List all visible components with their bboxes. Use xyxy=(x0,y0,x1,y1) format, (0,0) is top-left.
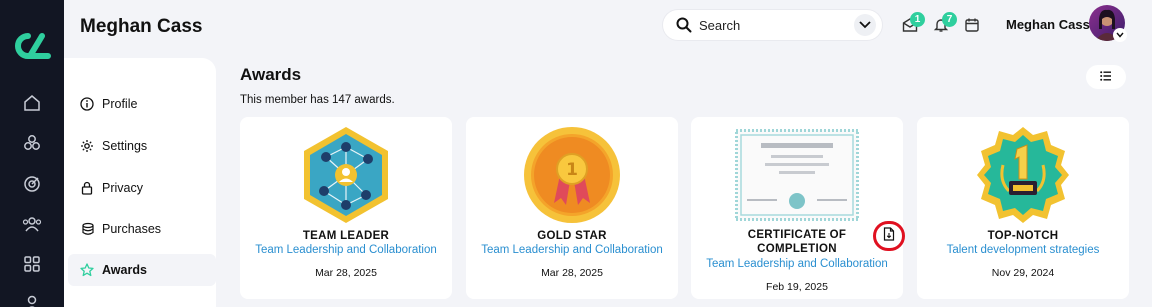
gear-icon xyxy=(80,139,94,153)
award-course-link[interactable]: Team Leadership and Collaboration xyxy=(474,244,670,256)
award-date: Feb 19, 2025 xyxy=(766,281,828,293)
menu-item-label: Awards xyxy=(102,263,147,277)
number-one-badge-icon xyxy=(917,125,1129,225)
award-card[interactable]: CERTIFICATE OF COMPLETION Team Leadershi… xyxy=(691,117,903,299)
award-name-line-2: COMPLETION xyxy=(757,243,837,255)
award-course-link[interactable]: Talent development strategies xyxy=(925,244,1121,256)
menu-item-label: Profile xyxy=(102,97,138,111)
account-menu-chevron-icon[interactable] xyxy=(1113,28,1127,42)
award-card[interactable]: TOP-NOTCH Talent development strategies … xyxy=(917,117,1129,299)
menu-item-label: Purchases xyxy=(102,222,162,236)
award-date: Nov 29, 2024 xyxy=(991,267,1055,279)
awards-count-text: This member has 147 awards. xyxy=(240,94,395,106)
menu-item-purchases[interactable]: Purchases xyxy=(80,217,161,241)
menu-item-privacy[interactable]: Privacy xyxy=(80,176,143,200)
list-view-button[interactable] xyxy=(1086,65,1126,89)
gold-medal-badge-icon: 1 xyxy=(466,125,678,225)
modules-icon[interactable] xyxy=(21,132,43,154)
app-rail xyxy=(0,0,64,307)
file-download-icon xyxy=(883,226,895,246)
messages-count-badge: 1 xyxy=(910,12,925,27)
menu-item-label: Settings xyxy=(102,139,148,153)
section-title: Awards xyxy=(240,65,302,84)
search-bar[interactable]: Search xyxy=(663,10,882,40)
chevron-down-icon xyxy=(859,16,871,34)
alerts-count-badge: 7 xyxy=(942,12,957,27)
award-name: TOP-NOTCH xyxy=(987,230,1059,242)
menu-item-awards[interactable]: Awards xyxy=(80,258,147,282)
download-certificate-button[interactable] xyxy=(873,221,905,251)
certificate-badge-icon xyxy=(691,129,903,229)
settings-menu: Profile Settings Privacy Purchases Award… xyxy=(64,58,216,307)
search-scope-dropdown[interactable] xyxy=(854,14,876,36)
svg-text:1: 1 xyxy=(566,160,578,180)
menu-item-settings[interactable]: Settings xyxy=(80,134,147,158)
hexagon-network-badge-icon xyxy=(240,125,452,225)
award-date: Mar 28, 2025 xyxy=(315,267,377,279)
menu-item-profile[interactable]: Profile xyxy=(80,92,137,116)
award-name: TEAM LEADER xyxy=(302,230,390,242)
app-logo[interactable] xyxy=(12,32,52,60)
grid-icon[interactable] xyxy=(21,253,43,275)
menu-item-label: Privacy xyxy=(102,181,143,195)
award-card[interactable]: TEAM LEADER Team Leadership and Collabor… xyxy=(240,117,452,299)
award-course-link[interactable]: Team Leadership and Collaboration xyxy=(248,244,444,256)
user-icon[interactable] xyxy=(21,292,43,307)
users-icon[interactable] xyxy=(21,213,43,235)
calendar-icon[interactable] xyxy=(963,16,981,34)
home-icon[interactable] xyxy=(21,92,43,114)
target-icon[interactable] xyxy=(21,173,43,195)
page-title: Meghan Cass xyxy=(80,16,203,37)
star-icon xyxy=(80,263,94,277)
coins-icon xyxy=(80,222,94,236)
lock-icon xyxy=(80,181,94,195)
award-name: CERTIFICATE OF xyxy=(747,229,847,241)
list-icon xyxy=(1100,68,1112,86)
info-icon xyxy=(80,97,94,111)
award-card[interactable]: 1 GOLD STAR Team Leadership and Collabor… xyxy=(466,117,678,299)
search-icon xyxy=(676,17,692,33)
award-course-link[interactable]: Team Leadership and Collaboration xyxy=(699,258,895,270)
search-input[interactable]: Search xyxy=(699,18,740,33)
award-date: Mar 28, 2025 xyxy=(541,267,603,279)
award-name: GOLD STAR xyxy=(537,230,607,242)
user-name[interactable]: Meghan Cass xyxy=(1006,17,1090,32)
